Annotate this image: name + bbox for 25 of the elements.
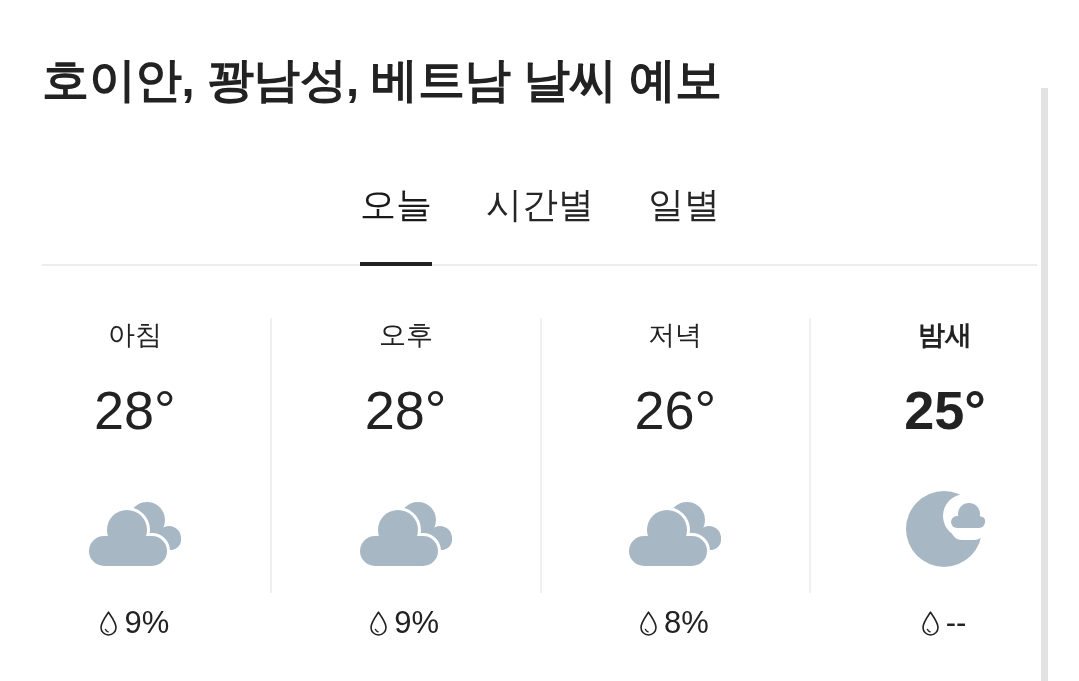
temperature: 28° [364, 380, 447, 440]
clouds-icon [357, 500, 454, 568]
clouds-icon [86, 500, 183, 568]
precipitation-chance: -- [945, 605, 967, 641]
temperature: 28° [94, 380, 176, 440]
scrollbar[interactable] [1041, 88, 1048, 681]
tab[interactable]: 일별 [647, 171, 720, 266]
raindrop-icon [639, 610, 657, 636]
temperature: 25° [904, 380, 986, 440]
tab[interactable]: 오늘 [359, 171, 432, 266]
period-label: 밤새 [918, 319, 973, 352]
raindrop-icon [921, 610, 939, 636]
page-title: 호이안, 꽝남성, 베트남 날씨 예보 [42, 52, 722, 108]
precipitation-chance: 9% [124, 605, 170, 641]
moon-cloud-icon [905, 488, 986, 568]
period-label: 아침 [107, 319, 162, 352]
precipitation-chance: 9% [394, 605, 440, 641]
raindrop-icon [100, 610, 118, 636]
clouds-icon [627, 500, 724, 568]
tab[interactable]: 시간별 [485, 171, 594, 266]
raindrop-icon [370, 610, 388, 636]
precipitation-chance: 8% [663, 605, 709, 641]
period-label: 오후 [378, 319, 433, 352]
temperature: 26° [634, 380, 717, 440]
period-label: 저녁 [648, 319, 703, 352]
